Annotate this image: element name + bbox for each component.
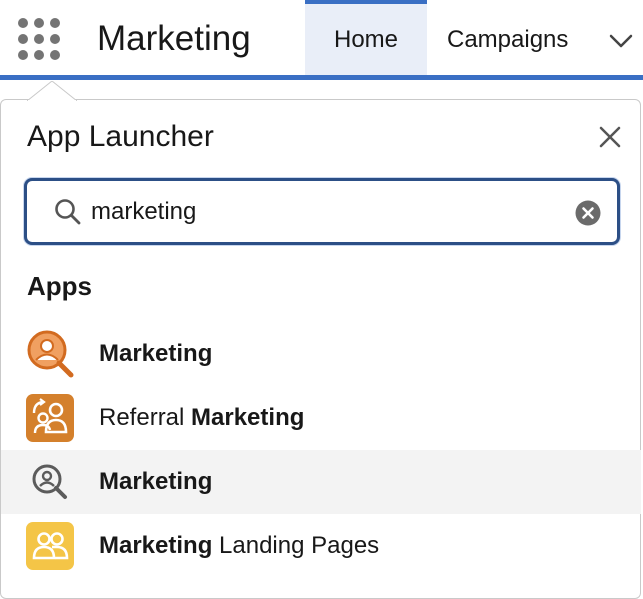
app-result-row[interactable]: Marketing Landing Pages [1, 514, 641, 578]
app-result-label: Referral Marketing [99, 404, 305, 431]
referral-people-icon [26, 394, 74, 442]
search-input[interactable] [91, 193, 561, 231]
global-header: Marketing Home Campaigns [0, 0, 643, 76]
app-name: Marketing [97, 19, 251, 58]
app-result-row[interactable]: Marketing [1, 450, 641, 514]
magnifier-person-outline-icon [32, 464, 67, 499]
tab-home[interactable]: Home [305, 0, 427, 75]
search-box [24, 178, 620, 245]
close-icon[interactable] [594, 121, 626, 153]
app-result-label: Marketing [99, 340, 213, 367]
header-accent-bar [0, 75, 643, 80]
popover-nub [27, 81, 77, 101]
app-result-row[interactable]: Referral Marketing [1, 386, 641, 450]
chevron-down-icon[interactable] [604, 26, 638, 56]
launcher-title: App Launcher [27, 120, 214, 153]
search-icon [55, 199, 81, 225]
group-people-icon [26, 522, 74, 570]
app-result-label: Marketing Landing Pages [99, 532, 380, 559]
tab-campaigns[interactable]: Campaigns [447, 0, 587, 75]
app-result-row[interactable]: Marketing [1, 322, 641, 386]
magnifier-person-icon [27, 330, 74, 378]
clear-search-icon[interactable] [575, 200, 601, 226]
app-launcher-waffle-icon[interactable] [14, 14, 64, 64]
app-result-label: Marketing [99, 468, 213, 495]
apps-section-heading: Apps [27, 271, 92, 301]
